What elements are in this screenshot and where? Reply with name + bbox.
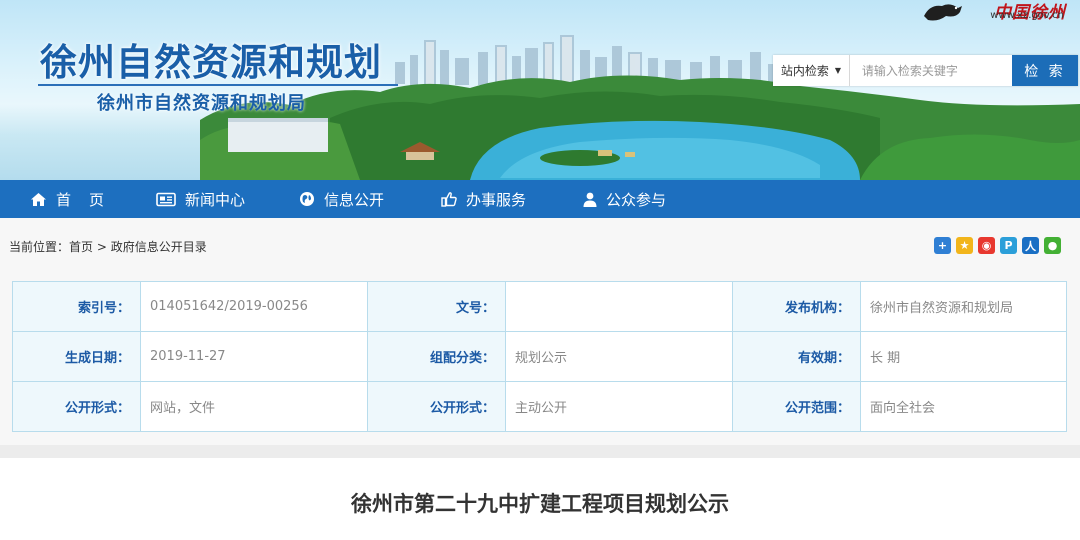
xuzhou-gov-logo[interactable]: 中国徐州 www.xz.gov.cn bbox=[924, 0, 1076, 26]
table-row: 索引号： 014051642/2019-00256 文号： 发布机构： 徐州市自… bbox=[12, 281, 1067, 332]
nav-item-home[interactable]: 首页 bbox=[30, 180, 156, 218]
breadcrumb-bar: 当前位置：首页 > 政府信息公开目录 + ★ ◉ P 人 ● bbox=[0, 218, 1080, 271]
disclosure-method-value: 主动公开 bbox=[505, 381, 733, 432]
creation-date-value: 2019-11-27 bbox=[140, 331, 368, 382]
category-value: 规划公示 bbox=[505, 331, 733, 382]
weibo-icon[interactable]: ◉ bbox=[978, 237, 995, 254]
index-number-label: 索引号： bbox=[12, 281, 141, 332]
nav-label: 新闻中心 bbox=[185, 190, 246, 209]
search-button[interactable]: 检 索 bbox=[1011, 55, 1078, 86]
tencent-weibo-icon[interactable]: P bbox=[1000, 237, 1017, 254]
validity-label: 有效期： bbox=[732, 331, 861, 382]
breadcrumb: 当前位置：首页 > 政府信息公开目录 bbox=[9, 238, 207, 255]
header-banner: 徐州自然资源和规划 徐州市自然资源和规划局 中国徐州 www.xz.gov.cn… bbox=[0, 0, 1080, 180]
nav-item-news[interactable]: 新闻中心 bbox=[156, 180, 299, 218]
breadcrumb-separator: > bbox=[96, 240, 107, 254]
renren-icon[interactable]: 人 bbox=[1022, 237, 1039, 254]
metadata-panel: 索引号： 014051642/2019-00256 文号： 发布机构： 徐州市自… bbox=[0, 271, 1080, 445]
user-icon bbox=[583, 192, 597, 207]
share-toolbar: + ★ ◉ P 人 ● bbox=[934, 237, 1061, 254]
breadcrumb-link-gov-info-catalog[interactable]: 政府信息公开目录 bbox=[111, 240, 207, 254]
share-plus-icon[interactable]: + bbox=[934, 237, 951, 254]
publisher-label: 发布机构： bbox=[732, 281, 861, 332]
breadcrumb-prefix: 当前位置： bbox=[9, 240, 70, 254]
search-scope-select[interactable]: 站内检索 ▼ bbox=[773, 55, 850, 86]
disclosure-scope-label: 公开范围： bbox=[732, 381, 861, 432]
horse-emblem-icon bbox=[924, 4, 962, 21]
document-number-label: 文号： bbox=[367, 281, 506, 332]
newspaper-icon bbox=[156, 192, 176, 206]
main-nav: 首页 新闻中心 信息公开 办事服务 公众参与 bbox=[0, 180, 1080, 218]
logo-url: www.xz.gov.cn bbox=[990, 10, 1064, 21]
category-label: 组配分类： bbox=[367, 331, 506, 382]
nav-label: 信息公开 bbox=[324, 190, 385, 209]
disclosure-method-label: 公开形式： bbox=[367, 381, 506, 432]
nav-label: 公众参与 bbox=[606, 190, 667, 209]
nav-item-services[interactable]: 办事服务 bbox=[441, 180, 583, 218]
disclosure-form-value: 网站，文件 bbox=[140, 381, 368, 432]
caret-down-icon: ▼ bbox=[834, 66, 842, 75]
title-underline bbox=[38, 84, 398, 86]
site-subtitle: 徐州市自然资源和规划局 bbox=[97, 93, 306, 114]
home-icon bbox=[31, 192, 46, 206]
nav-label: 首页 bbox=[56, 190, 123, 209]
qzone-icon[interactable]: ★ bbox=[956, 237, 973, 254]
thumbs-up-icon bbox=[441, 192, 457, 207]
metadata-table: 索引号： 014051642/2019-00256 文号： 发布机构： 徐州市自… bbox=[12, 281, 1067, 432]
site-search: 站内检索 ▼ 检 索 bbox=[773, 55, 1078, 86]
table-row: 公开形式： 网站，文件 公开形式： 主动公开 公开范围： 面向全社会 bbox=[12, 381, 1067, 432]
article-content: 徐州市第二十九中扩建工程项目规划公示 bbox=[0, 458, 1080, 540]
nav-label: 办事服务 bbox=[466, 190, 527, 209]
article-title: 徐州市第二十九中扩建工程项目规划公示 bbox=[351, 492, 729, 516]
search-scope-label: 站内检索 bbox=[780, 64, 829, 78]
nav-item-public-participation[interactable]: 公众参与 bbox=[583, 180, 723, 218]
document-number-value bbox=[505, 281, 733, 332]
index-number-value: 014051642/2019-00256 bbox=[140, 281, 368, 332]
wechat-icon[interactable]: ● bbox=[1044, 237, 1061, 254]
site-title: 徐州自然资源和规划 bbox=[40, 41, 382, 84]
disclosure-form-label: 公开形式： bbox=[12, 381, 141, 432]
breadcrumb-link-home[interactable]: 首页 bbox=[69, 240, 93, 254]
globe-icon bbox=[300, 192, 314, 206]
creation-date-label: 生成日期： bbox=[12, 331, 141, 382]
publisher-value: 徐州市自然资源和规划局 bbox=[860, 281, 1067, 332]
search-input[interactable] bbox=[849, 55, 1012, 86]
disclosure-scope-value: 面向全社会 bbox=[860, 381, 1067, 432]
nav-item-info-public[interactable]: 信息公开 bbox=[299, 180, 441, 218]
validity-value: 长 期 bbox=[860, 331, 1067, 382]
table-row: 生成日期： 2019-11-27 组配分类： 规划公示 有效期： 长 期 bbox=[12, 331, 1067, 382]
